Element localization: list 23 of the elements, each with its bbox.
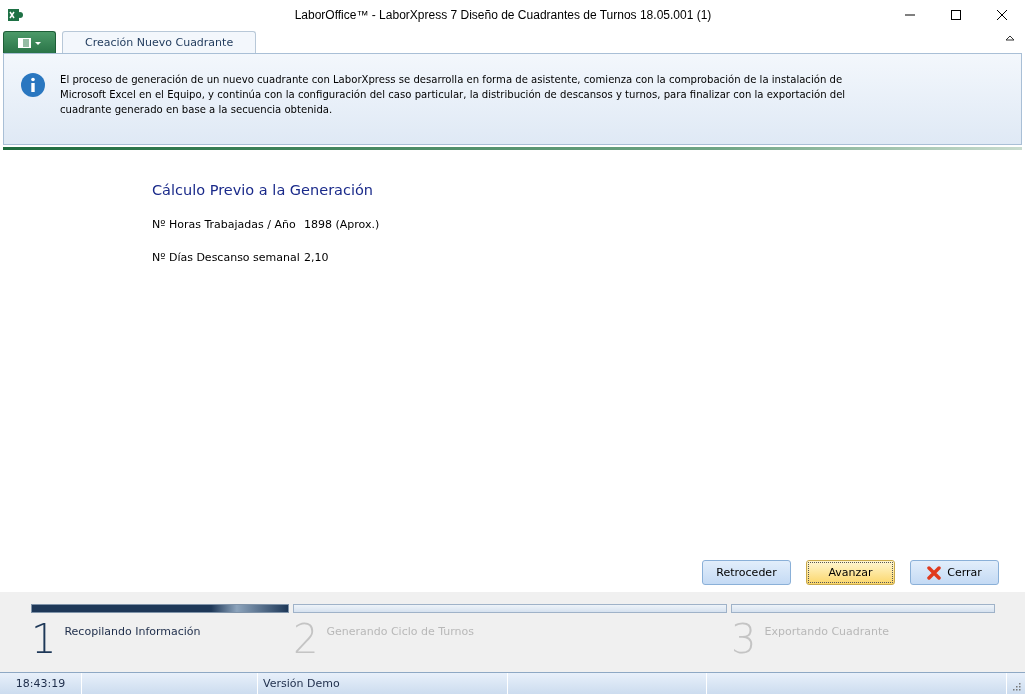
resize-grip-icon[interactable]	[1011, 681, 1021, 691]
close-icon	[927, 565, 942, 580]
window-title: LaborOffice™ - LaborXpress 7 Diseño de Cuadrantes de Turnos 18.05.001 (1)	[293, 8, 713, 22]
info-text: El proceso de generación de un nuevo cuadrante con LaborXpress se desarrolla en forma de asistente, comienza con la comprobación de la instalación de Microsoft Excel en el Equipo, y continúa con la configuración del caso particular, la distribución de descansos y turnos, para finalizar con la exportación del cuadrante generado en base a la secuencia obtenida.	[60, 73, 847, 117]
menu-icon	[17, 37, 42, 48]
close-button[interactable]: Cerrar	[910, 560, 999, 585]
next-button[interactable]: Avanzar	[806, 560, 895, 585]
status-time: 18:43:19	[0, 673, 82, 694]
tab[interactable]: Creación Nuevo Cuadrante	[62, 31, 257, 53]
section-title: Cálculo Previo a la Generación	[152, 182, 375, 198]
step-label: Exportando Cuadrante	[764, 624, 890, 638]
step-label: Recopilando Información	[64, 624, 201, 638]
status-version: Versión Demo	[258, 673, 508, 694]
collapse-icon[interactable]	[1005, 34, 1015, 42]
field-value: 2,10	[304, 251, 329, 264]
step-number: 1	[31, 617, 57, 661]
app-menu-button[interactable]	[3, 31, 56, 53]
info-icon	[20, 72, 46, 98]
field-label: Nº Horas Trabajadas / Año	[152, 218, 297, 231]
back-button[interactable]: Retroceder	[702, 560, 791, 585]
app-logo-icon	[7, 7, 23, 23]
field-value: 1898 (Aprox.)	[304, 218, 380, 231]
field-label: Nº Días Descanso semanal	[152, 251, 301, 264]
